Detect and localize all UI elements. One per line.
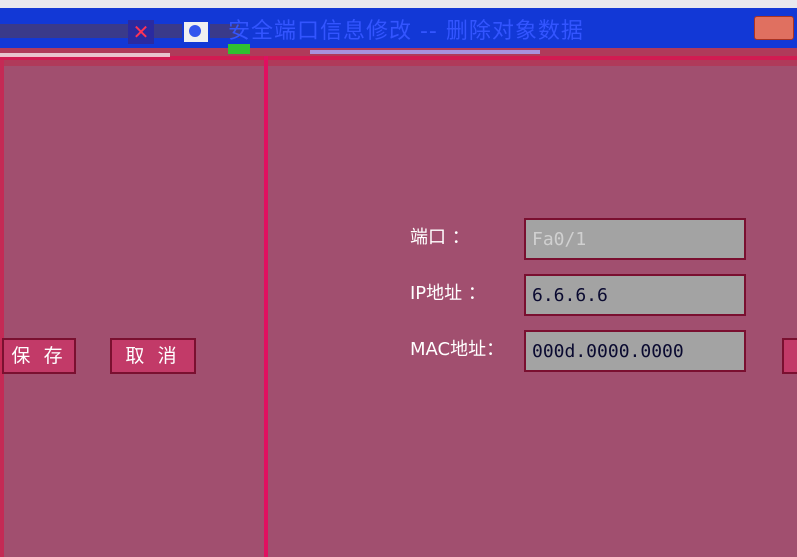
- toolbar-progress: [310, 50, 540, 54]
- port-field[interactable]: [524, 218, 746, 260]
- toolbar-highlight: [0, 53, 170, 57]
- window-menu-icon[interactable]: ✕: [128, 20, 154, 44]
- panel-divider[interactable]: [264, 56, 268, 557]
- ip-address-label: IP地址 ：: [410, 283, 486, 304]
- app-icon: [182, 20, 210, 44]
- mac-address-field[interactable]: [524, 330, 746, 372]
- left-panel-edge: [0, 60, 4, 557]
- cancel-button[interactable]: 取 消: [110, 338, 196, 374]
- save-button[interactable]: 保 存: [2, 338, 76, 374]
- port-label: 端口 ：: [410, 227, 470, 248]
- ip-address-field[interactable]: [524, 274, 746, 316]
- close-button[interactable]: [754, 16, 794, 40]
- mac-address-label: MAC地址：: [410, 339, 505, 360]
- window-title: 安全端口信息修改 -- 删除对象数据: [228, 19, 584, 44]
- status-indicator-icon: [228, 44, 250, 54]
- partial-button[interactable]: [782, 338, 797, 374]
